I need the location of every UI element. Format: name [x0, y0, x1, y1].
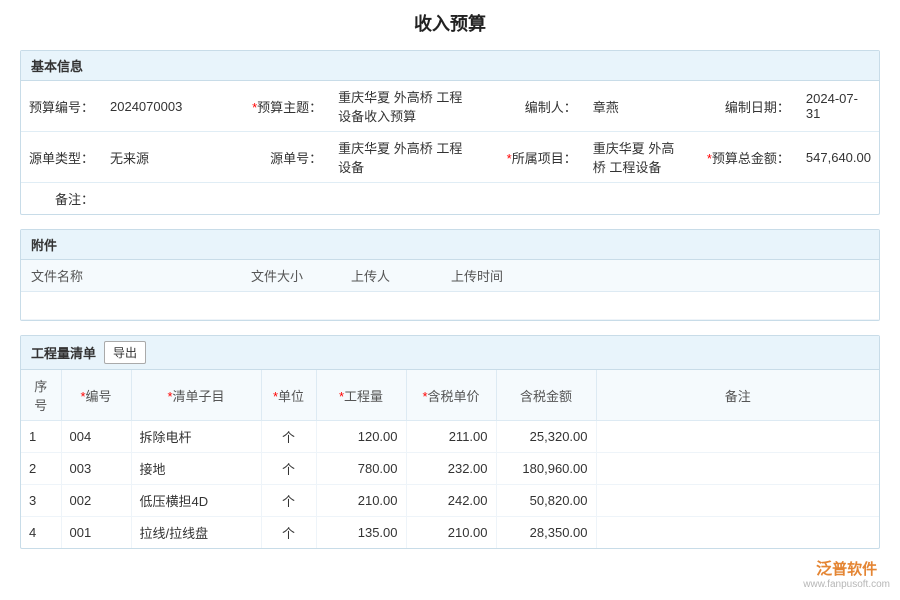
eng-cell-name: 低压横担4D: [131, 485, 261, 517]
eng-col-unit-price: *含税单价: [406, 370, 496, 421]
eng-cell-seq: 3: [21, 485, 61, 517]
value-source-no: 重庆华夏 外高桥 工程设备: [330, 132, 482, 183]
eng-cell-amount: 180,960.00: [496, 453, 596, 485]
eng-row-1: 1 004 拆除电杆 个 120.00 211.00 25,320.00: [21, 421, 879, 453]
eng-col-name: *清单子目: [131, 370, 261, 421]
attach-col-name: 文件名称: [21, 260, 241, 292]
value-budget-no: 2024070003: [102, 81, 228, 132]
eng-cell-seq: 1: [21, 421, 61, 453]
label-total-amount: *预算总金额：: [699, 132, 798, 183]
eng-cell-remark: [596, 517, 879, 549]
eng-cell-remark: [596, 485, 879, 517]
label-budget-theme: *预算主题：: [244, 81, 330, 132]
eng-col-remark: 备注: [596, 370, 879, 421]
label-edit-date: 编制日期：: [699, 81, 798, 132]
engineering-table: 序号 *编号 *清单子目 *单位 *工程量 *含税单价 含税金额 备注 1 00…: [21, 370, 879, 548]
watermark: 泛普软件 www.fanpusoft.com: [803, 555, 890, 590]
eng-row-4: 4 001 拉线/拉线盘 个 135.00 210.00 28,350.00: [21, 517, 879, 549]
eng-cell-unit-price: 242.00: [406, 485, 496, 517]
info-row-2: 源单类型： 无来源 源单号： 重庆华夏 外高桥 工程设备 *所属项目： 重庆华夏…: [21, 132, 879, 183]
eng-col-code: *编号: [61, 370, 131, 421]
page-title: 收入预算: [20, 10, 880, 36]
attachment-header: 附件: [21, 230, 879, 260]
value-budget-theme: 重庆华夏 外高桥 工程设备收入预算: [330, 81, 482, 132]
attach-col-time: 上传时间: [441, 260, 561, 292]
eng-cell-quantity: 210.00: [316, 485, 406, 517]
engineering-section: 工程量清单 导出 序号 *编号 *清单子目 *单位 *工程量 *含税单价 含税金…: [20, 335, 880, 549]
label-project: *所属项目：: [499, 132, 585, 183]
label-source-no: 源单号：: [244, 132, 330, 183]
engineering-header-row: 序号 *编号 *清单子目 *单位 *工程量 *含税单价 含税金额 备注: [21, 370, 879, 421]
value-editor: 章燕: [585, 81, 683, 132]
label-source-type: 源单类型：: [21, 132, 102, 183]
attachment-empty-row: [21, 292, 879, 320]
value-project: 重庆华夏 外高桥 工程设备: [585, 132, 683, 183]
eng-cell-code: 002: [61, 485, 131, 517]
eng-cell-unit: 个: [261, 421, 316, 453]
attachment-header-row: 文件名称 文件大小 上传人 上传时间: [21, 260, 879, 292]
eng-cell-name: 接地: [131, 453, 261, 485]
attach-col-extra3: [721, 260, 879, 292]
watermark-url: www.fanpusoft.com: [803, 579, 890, 590]
attach-col-size: 文件大小: [241, 260, 341, 292]
label-budget-no: 预算编号：: [21, 81, 102, 132]
basic-info-body: 预算编号： 2024070003 *预算主题： 重庆华夏 外高桥 工程设备收入预…: [21, 81, 879, 214]
eng-cell-amount: 25,320.00: [496, 421, 596, 453]
basic-info-table: 预算编号： 2024070003 *预算主题： 重庆华夏 外高桥 工程设备收入预…: [21, 81, 879, 214]
eng-cell-seq: 2: [21, 453, 61, 485]
attachment-body: 文件名称 文件大小 上传人 上传时间: [21, 260, 879, 320]
eng-col-unit: *单位: [261, 370, 316, 421]
eng-cell-name: 拆除电杆: [131, 421, 261, 453]
value-total-amount: 547,640.00: [798, 132, 879, 183]
eng-cell-unit: 个: [261, 517, 316, 549]
eng-row-3: 3 002 低压横担4D 个 210.00 242.00 50,820.00: [21, 485, 879, 517]
eng-cell-quantity: 120.00: [316, 421, 406, 453]
eng-row-2: 2 003 接地 个 780.00 232.00 180,960.00: [21, 453, 879, 485]
eng-cell-name: 拉线/拉线盘: [131, 517, 261, 549]
attachment-empty-cell: [21, 292, 879, 320]
engineering-title: 工程量清单: [31, 343, 96, 362]
eng-cell-unit-price: 210.00: [406, 517, 496, 549]
basic-info-header: 基本信息: [21, 51, 879, 81]
label-editor: 编制人：: [499, 81, 585, 132]
eng-cell-unit: 个: [261, 453, 316, 485]
eng-cell-unit: 个: [261, 485, 316, 517]
eng-col-seq: 序号: [21, 370, 61, 421]
basic-info-section: 基本信息 预算编号： 2024070003 *预算主题： 重庆华夏 外高桥 工程…: [20, 50, 880, 215]
eng-col-amount: 含税金额: [496, 370, 596, 421]
eng-cell-code: 001: [61, 517, 131, 549]
attachment-table: 文件名称 文件大小 上传人 上传时间: [21, 260, 879, 320]
eng-cell-remark: [596, 421, 879, 453]
eng-cell-unit-price: 232.00: [406, 453, 496, 485]
engineering-header: 工程量清单 导出: [21, 336, 879, 370]
eng-cell-seq: 4: [21, 517, 61, 549]
eng-cell-amount: 50,820.00: [496, 485, 596, 517]
eng-cell-unit-price: 211.00: [406, 421, 496, 453]
eng-col-quantity: *工程量: [316, 370, 406, 421]
eng-cell-code: 004: [61, 421, 131, 453]
info-row-1: 预算编号： 2024070003 *预算主题： 重庆华夏 外高桥 工程设备收入预…: [21, 81, 879, 132]
label-remark: 备注：: [21, 183, 102, 215]
info-row-remark: 备注：: [21, 183, 879, 215]
export-button[interactable]: 导出: [104, 341, 146, 364]
engineering-body: 序号 *编号 *清单子目 *单位 *工程量 *含税单价 含税金额 备注 1 00…: [21, 370, 879, 548]
attachment-section: 附件 文件名称 文件大小 上传人 上传时间: [20, 229, 880, 321]
value-source-type: 无来源: [102, 132, 228, 183]
eng-cell-amount: 28,350.00: [496, 517, 596, 549]
eng-cell-remark: [596, 453, 879, 485]
value-remark: [102, 183, 879, 215]
eng-cell-quantity: 780.00: [316, 453, 406, 485]
attach-col-extra2: [641, 260, 721, 292]
eng-cell-quantity: 135.00: [316, 517, 406, 549]
attach-col-uploader: 上传人: [341, 260, 441, 292]
eng-cell-code: 003: [61, 453, 131, 485]
value-edit-date: 2024-07-31: [798, 81, 879, 132]
attach-col-extra1: [561, 260, 641, 292]
watermark-logo: 泛普软件: [803, 555, 890, 579]
